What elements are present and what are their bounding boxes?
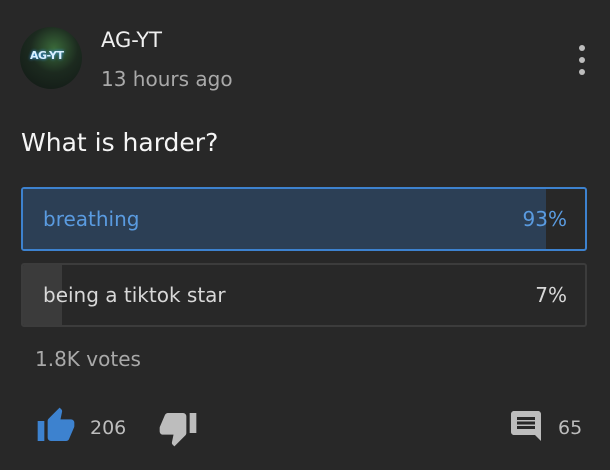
thumbs-down-icon bbox=[159, 413, 197, 447]
post-timestamp: 13 hours ago bbox=[101, 67, 233, 91]
dislike-button[interactable] bbox=[158, 408, 198, 448]
poll-option-percent: 7% bbox=[535, 283, 567, 307]
poll-option-label: being a tiktok star bbox=[43, 283, 226, 307]
like-count: 206 bbox=[90, 417, 127, 439]
thumbs-up-icon bbox=[37, 407, 75, 441]
poll-question: What is harder? bbox=[21, 128, 219, 157]
comment-count: 65 bbox=[558, 417, 583, 439]
avatar-logo-text: AG-YT bbox=[30, 49, 64, 62]
author-name[interactable]: AG-YT bbox=[101, 28, 162, 52]
poll-option-label: breathing bbox=[43, 207, 140, 231]
comments-button[interactable] bbox=[507, 408, 545, 444]
vote-count: 1.8K votes bbox=[35, 347, 141, 371]
poll-option-breathing[interactable]: breathing 93% bbox=[21, 187, 587, 251]
more-options-button[interactable] bbox=[570, 42, 594, 78]
more-vert-icon bbox=[579, 45, 585, 51]
like-button[interactable] bbox=[36, 406, 76, 446]
poll-option-percent: 93% bbox=[522, 207, 567, 231]
more-vert-icon-dot bbox=[579, 57, 585, 63]
poll-option-tiktok-star[interactable]: being a tiktok star 7% bbox=[21, 263, 587, 327]
more-vert-icon-dot bbox=[579, 69, 585, 75]
avatar[interactable]: AG-YT bbox=[20, 27, 82, 89]
comment-icon bbox=[511, 411, 541, 441]
